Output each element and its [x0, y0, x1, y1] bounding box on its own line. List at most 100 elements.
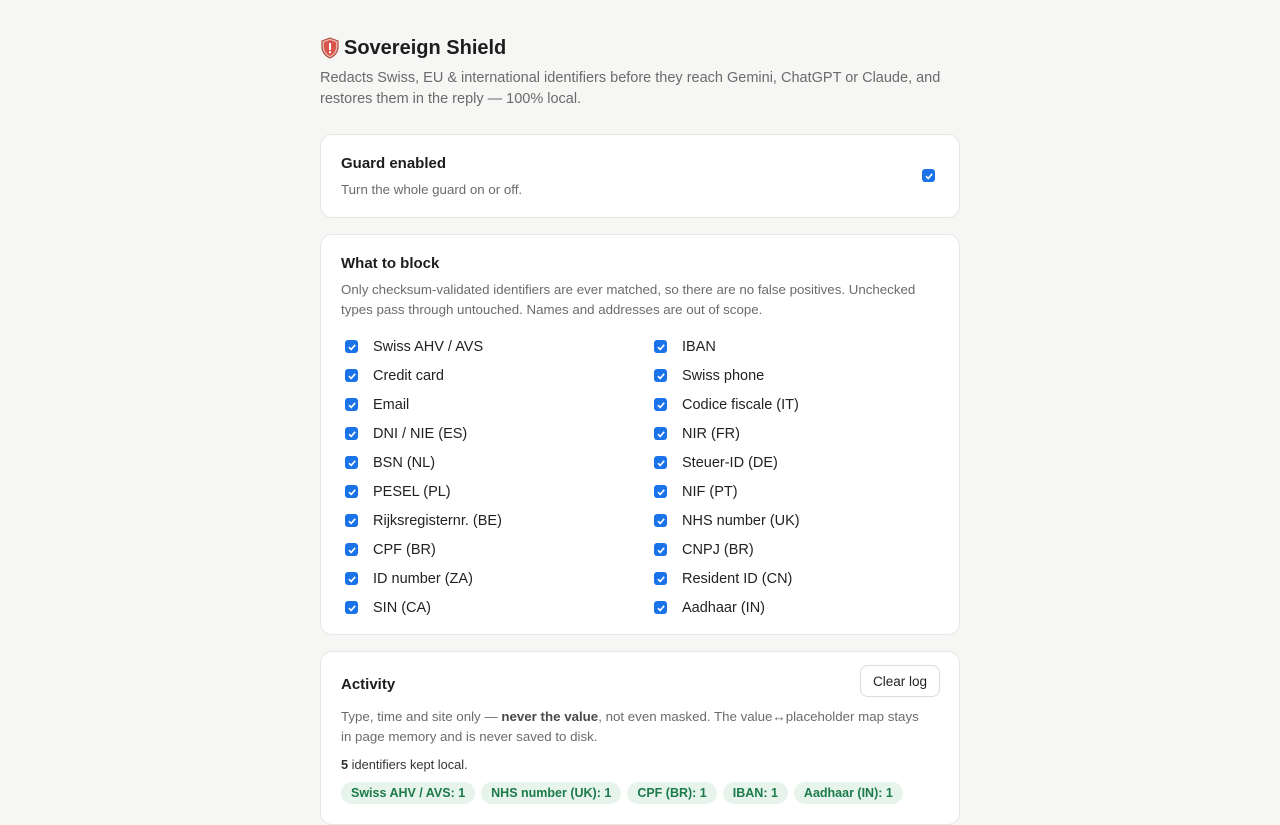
- block-card: What to block Only checksum-validated id…: [320, 234, 960, 635]
- option-label: Aadhaar (IN): [682, 599, 766, 616]
- option-nhs-number-uk[interactable]: NHS number (UK): [650, 506, 950, 535]
- check-icon: [656, 430, 665, 438]
- check-icon: [347, 401, 356, 409]
- check-icon: [347, 459, 356, 467]
- shield-icon: [320, 37, 340, 59]
- option-label: DNI / NIE (ES): [373, 425, 468, 442]
- option-label: Credit card: [373, 367, 444, 384]
- block-title: What to block: [341, 255, 440, 272]
- option-pesel-pl[interactable]: PESEL (PL): [341, 477, 650, 506]
- check-icon: [924, 172, 933, 180]
- option-label: Swiss AHV / AVS: [373, 338, 484, 355]
- option-bsn-nl[interactable]: BSN (NL): [341, 448, 650, 477]
- option-checkbox[interactable]: [345, 398, 358, 411]
- option-swiss-ahv-avs[interactable]: Swiss AHV / AVS: [341, 332, 650, 361]
- option-label: Swiss phone: [682, 367, 765, 384]
- option-label: Codice fiscale (IT): [682, 396, 799, 413]
- option-label: SIN (CA): [373, 599, 431, 616]
- activity-chip: Aadhaar (IN): 1: [793, 782, 903, 804]
- option-label: IBAN: [682, 338, 716, 355]
- option-codice-fiscale-it[interactable]: Codice fiscale (IT): [650, 390, 950, 419]
- option-iban[interactable]: IBAN: [650, 332, 950, 361]
- check-icon: [347, 372, 356, 380]
- check-icon: [656, 604, 665, 612]
- option-checkbox[interactable]: [345, 485, 358, 498]
- check-icon: [347, 546, 356, 554]
- activity-chip: NHS number (UK): 1: [481, 782, 622, 804]
- app-title: Sovereign Shield: [344, 36, 507, 59]
- option-checkbox[interactable]: [345, 514, 358, 527]
- activity-chip: CPF (BR): 1: [627, 782, 717, 804]
- option-credit-card[interactable]: Credit card: [341, 361, 650, 390]
- option-label: Email: [373, 396, 410, 413]
- check-icon: [656, 401, 665, 409]
- option-checkbox[interactable]: [345, 427, 358, 440]
- option-checkbox[interactable]: [654, 543, 667, 556]
- option-checkbox[interactable]: [345, 369, 358, 382]
- option-checkbox[interactable]: [654, 601, 667, 614]
- check-icon: [347, 575, 356, 583]
- option-checkbox[interactable]: [654, 340, 667, 353]
- guard-enabled-checkbox[interactable]: [922, 169, 935, 182]
- check-icon: [347, 430, 356, 438]
- check-icon: [347, 488, 356, 496]
- option-nif-pt[interactable]: NIF (PT): [650, 477, 950, 506]
- option-label: NIR (FR): [682, 425, 740, 442]
- kept-local-count: 5 identifiers kept local.: [341, 757, 468, 772]
- activity-chip: Swiss AHV / AVS: 1: [341, 782, 476, 804]
- option-label: Steuer-ID (DE): [682, 454, 778, 471]
- option-checkbox[interactable]: [345, 340, 358, 353]
- guard-title: Guard enabled: [341, 155, 447, 172]
- clear-log-button[interactable]: Clear log: [859, 665, 940, 697]
- option-rijksregisternr-be[interactable]: Rijksregisternr. (BE): [341, 506, 650, 535]
- option-checkbox[interactable]: [345, 456, 358, 469]
- activity-chip: IBAN: 1: [722, 782, 788, 804]
- option-swiss-phone[interactable]: Swiss phone: [650, 361, 950, 390]
- check-icon: [656, 343, 665, 351]
- identifier-options: Swiss AHV / AVS IBAN Credit card Swiss phon…: [341, 332, 939, 622]
- option-label: ID number (ZA): [373, 570, 473, 587]
- option-label: Resident ID (CN): [682, 570, 793, 587]
- option-label: BSN (NL): [373, 454, 436, 471]
- check-icon: [656, 546, 665, 554]
- activity-chips: Swiss AHV / AVS: 1 NHS number (UK): 1 CPF …: [341, 782, 939, 804]
- page-subtitle: Redacts Swiss, EU & international identi…: [320, 70, 941, 107]
- option-cpf-br[interactable]: CPF (BR): [341, 535, 650, 564]
- option-checkbox[interactable]: [654, 427, 667, 440]
- option-label: NHS number (UK): [682, 512, 800, 529]
- check-icon: [347, 517, 356, 525]
- block-description: Only checksum-validated identifiers are …: [341, 282, 916, 317]
- option-label: NIF (PT): [682, 483, 738, 500]
- check-icon: [656, 459, 665, 467]
- option-checkbox[interactable]: [345, 601, 358, 614]
- check-icon: [656, 372, 665, 380]
- option-dni-nie-es[interactable]: DNI / NIE (ES): [341, 419, 650, 448]
- option-label: CNPJ (BR): [682, 541, 754, 558]
- option-checkbox[interactable]: [654, 398, 667, 411]
- option-id-number-za[interactable]: ID number (ZA): [341, 564, 650, 593]
- check-icon: [656, 488, 665, 496]
- option-label: Rijksregisternr. (BE): [373, 512, 502, 529]
- option-checkbox[interactable]: [345, 572, 358, 585]
- option-resident-id-cn[interactable]: Resident ID (CN): [650, 564, 950, 593]
- option-email[interactable]: Email: [341, 390, 650, 419]
- option-label: PESEL (PL): [373, 483, 451, 500]
- option-aadhaar-in[interactable]: Aadhaar (IN): [650, 593, 950, 622]
- option-checkbox[interactable]: [654, 514, 667, 527]
- guard-description: Turn the whole guard on or off.: [341, 182, 523, 197]
- option-checkbox[interactable]: [345, 543, 358, 556]
- option-checkbox[interactable]: [654, 572, 667, 585]
- page-title: Sovereign Shield: [320, 36, 960, 60]
- option-checkbox[interactable]: [654, 485, 667, 498]
- check-icon: [347, 604, 356, 612]
- option-checkbox[interactable]: [654, 369, 667, 382]
- check-icon: [347, 343, 356, 351]
- activity-title: Activity: [341, 676, 396, 693]
- option-cnpj-br[interactable]: CNPJ (BR): [650, 535, 950, 564]
- option-sin-ca[interactable]: SIN (CA): [341, 593, 650, 622]
- page: Sovereign Shield Redacts Swiss, EU & int…: [320, 36, 960, 825]
- guard-card: Guard enabled Turn the whole guard on or…: [320, 134, 960, 218]
- option-nir-fr[interactable]: NIR (FR): [650, 419, 950, 448]
- option-steuer-id-de[interactable]: Steuer-ID (DE): [650, 448, 950, 477]
- option-checkbox[interactable]: [654, 456, 667, 469]
